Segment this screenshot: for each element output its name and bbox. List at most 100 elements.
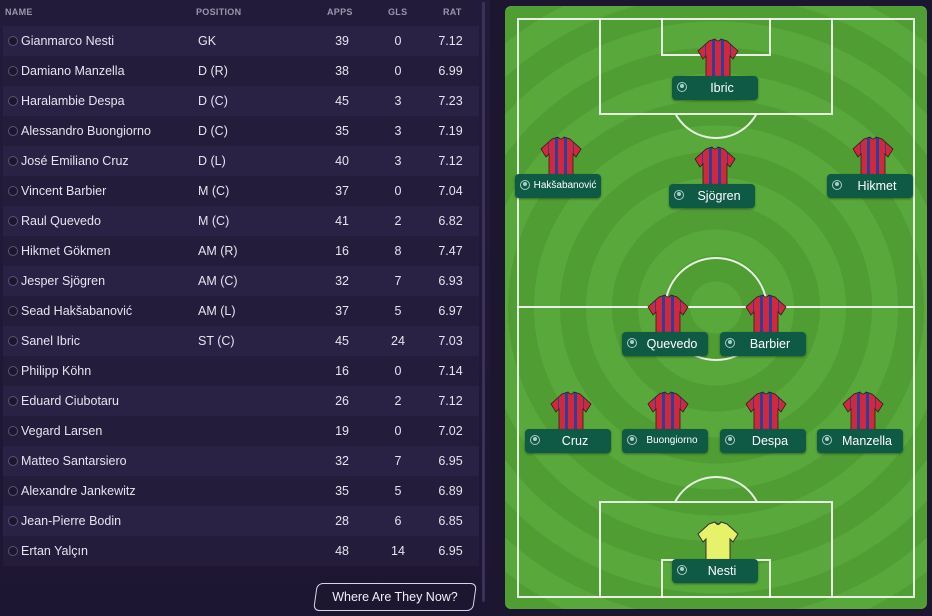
select-radio[interactable] [8,426,18,436]
header-position[interactable]: POSITION [196,7,241,17]
select-radio[interactable] [8,336,18,346]
player-name[interactable]: Vincent Barbier [21,184,106,198]
select-radio[interactable] [8,96,18,106]
table-row[interactable]: Haralambie Despa D (C) 45 3 7.23 [3,86,479,116]
select-radio[interactable] [8,126,18,136]
table-row[interactable]: Sanel Ibric ST (C) 45 24 7.03 [3,326,479,356]
table-row[interactable]: Jean-Pierre Bodin 28 6 6.85 [3,506,479,536]
player-name[interactable]: Sanel Ibric [21,334,80,348]
table-row[interactable]: José Emiliano Cruz D (L) 40 3 7.12 [3,146,479,176]
player-marker-hikmet[interactable]: Hikmet [827,136,917,206]
header-apps[interactable]: APPS [327,7,353,17]
player-name[interactable]: Raul Quevedo [21,214,101,228]
player-name[interactable]: José Emiliano Cruz [21,154,129,168]
player-position: D (R) [198,64,228,78]
player-marker-despa[interactable]: Despa [720,391,810,461]
where-are-they-now-button[interactable]: Where Are They Now? [313,583,477,611]
player-label-name: Ibric [710,81,734,95]
header-rat[interactable]: RAT [443,7,462,17]
header-gls[interactable]: GLS [388,7,407,17]
player-goals: 3 [394,124,402,138]
player-name[interactable]: Damiano Manzella [21,64,125,78]
select-radio[interactable] [8,156,18,166]
select-radio[interactable] [8,456,18,466]
player-label[interactable]: Quevedo [622,332,708,356]
player-marker-sjogren[interactable]: Sjögren [669,146,759,216]
player-marker-cruz[interactable]: Cruz [525,391,615,461]
player-marker-buongiorno[interactable]: Buongiorno [622,391,712,461]
select-radio[interactable] [8,186,18,196]
table-row[interactable]: Alessandro Buongiorno D (C) 35 3 7.19 [3,116,479,146]
player-label[interactable]: Sjögren [669,184,755,208]
person-icon [822,435,832,445]
table-row[interactable]: Gianmarco Nesti GK 39 0 7.12 [3,26,479,56]
player-marker-quevedo[interactable]: Quevedo [622,294,712,364]
player-name[interactable]: Hikmet Gökmen [21,244,111,258]
player-marker-manzella[interactable]: Manzella [817,391,907,461]
select-radio[interactable] [8,516,18,526]
player-rating: 6.89 [438,484,463,498]
select-radio[interactable] [8,36,18,46]
player-rating: 7.19 [438,124,463,138]
table-row[interactable]: Vegard Larsen 19 0 7.02 [3,416,479,446]
player-name[interactable]: Matteo Santarsiero [21,454,127,468]
select-radio[interactable] [8,366,18,376]
table-row[interactable]: Raul Quevedo M (C) 41 2 6.82 [3,206,479,236]
player-name[interactable]: Jesper Sjögren [21,274,105,288]
player-marker-barbier[interactable]: Barbier [720,294,810,364]
player-label[interactable]: Barbier [720,332,806,356]
table-row[interactable]: Ertan Yalçın 48 14 6.95 [3,536,479,566]
player-label[interactable]: Buongiorno [622,429,708,453]
player-name[interactable]: Vegard Larsen [21,424,102,438]
table-row[interactable]: Eduard Ciubotaru 26 2 7.12 [3,386,479,416]
player-name[interactable]: Ertan Yalçın [21,544,88,558]
table-row[interactable]: Vincent Barbier M (C) 37 0 7.04 [3,176,479,206]
player-goals: 5 [394,304,402,318]
player-label[interactable]: Nesti [672,559,758,583]
select-radio[interactable] [8,246,18,256]
player-label[interactable]: Cruz [525,429,611,453]
player-label-name: Quevedo [646,337,698,351]
player-name[interactable]: Philipp Köhn [21,364,91,378]
player-apps: 16 [335,244,349,258]
person-icon [725,435,735,445]
select-radio[interactable] [8,546,18,556]
player-label[interactable]: Manzella [817,429,903,453]
player-apps: 48 [335,544,349,558]
player-name[interactable]: Haralambie Despa [21,94,125,108]
player-marker-haksabanovic[interactable]: Hakšabanović [515,136,605,206]
select-radio[interactable] [8,216,18,226]
player-label[interactable]: Hikmet [827,174,913,198]
player-name[interactable]: Alexandre Jankewitz [21,484,136,498]
player-label[interactable]: Hakšabanović [515,174,601,198]
player-name[interactable]: Alessandro Buongiorno [21,124,151,138]
select-radio[interactable] [8,66,18,76]
select-radio[interactable] [8,486,18,496]
player-marker-nesti[interactable]: Nesti [672,521,762,591]
table-row[interactable]: Hikmet Gökmen AM (R) 16 8 7.47 [3,236,479,266]
table-row[interactable]: Sead Hakšabanović AM (L) 37 5 6.97 [3,296,479,326]
person-icon [677,565,687,575]
player-rating: 6.82 [438,214,463,228]
player-position: AM (L) [198,304,236,318]
table-row[interactable]: Alexandre Jankewitz 35 5 6.89 [3,476,479,506]
table-row[interactable]: Matteo Santarsiero 32 7 6.95 [3,446,479,476]
select-radio[interactable] [8,396,18,406]
select-radio[interactable] [8,306,18,316]
select-radio[interactable] [8,276,18,286]
player-name[interactable]: Sead Hakšabanović [21,304,132,318]
player-label[interactable]: Ibric [672,76,758,100]
table-row[interactable]: Philipp Köhn 16 0 7.14 [3,356,479,386]
player-apps: 45 [335,334,349,348]
player-name[interactable]: Eduard Ciubotaru [21,394,119,408]
player-marker-ibric[interactable]: Ibric [672,38,762,108]
player-name[interactable]: Gianmarco Nesti [21,34,114,48]
player-rating: 6.93 [438,274,463,288]
header-name[interactable]: NAME [5,7,33,17]
player-label[interactable]: Despa [720,429,806,453]
player-label-name: Barbier [749,337,791,351]
table-row[interactable]: Damiano Manzella D (R) 38 0 6.99 [3,56,479,86]
table-row[interactable]: Jesper Sjögren AM (C) 32 7 6.93 [3,266,479,296]
scrollbar[interactable] [482,2,485,602]
player-name[interactable]: Jean-Pierre Bodin [21,514,121,528]
